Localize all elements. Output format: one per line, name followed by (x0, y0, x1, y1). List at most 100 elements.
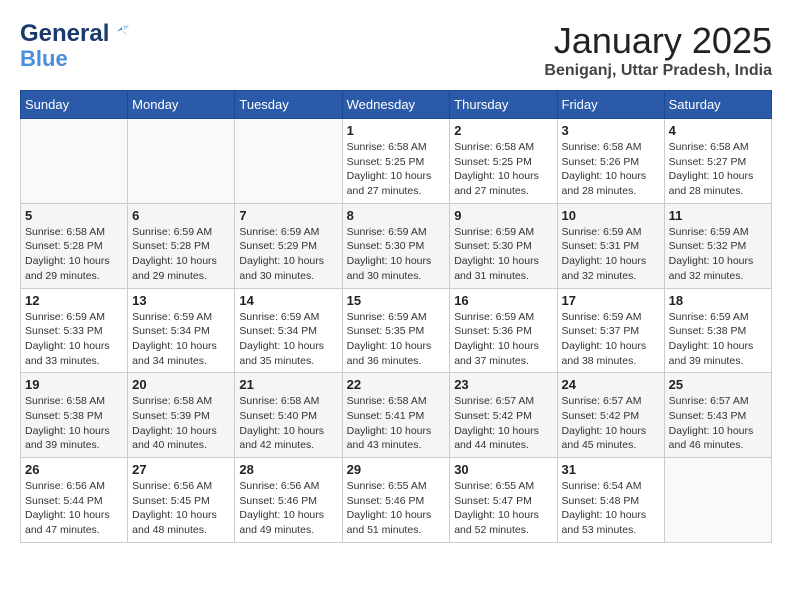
calendar-cell: 12Sunrise: 6:59 AM Sunset: 5:33 PM Dayli… (21, 288, 128, 373)
day-info: Sunrise: 6:59 AM Sunset: 5:31 PM Dayligh… (562, 225, 660, 284)
day-number: 5 (25, 208, 123, 223)
calendar-cell: 31Sunrise: 6:54 AM Sunset: 5:48 PM Dayli… (557, 458, 664, 543)
day-number: 24 (562, 377, 660, 392)
day-number: 23 (454, 377, 552, 392)
day-number: 3 (562, 123, 660, 138)
day-info: Sunrise: 6:59 AM Sunset: 5:37 PM Dayligh… (562, 310, 660, 369)
calendar-cell: 22 Sunrise: 6:58 AM Sunset: 5:41 PM Dayli… (342, 373, 450, 458)
day-info: Sunrise: 6:59 AM Sunset: 5:32 PM Dayligh… (669, 225, 767, 284)
day-info: Sunrise: 6:56 AM Sunset: 5:44 PM Dayligh… (25, 479, 123, 538)
calendar-cell: 5 Sunrise: 6:58 AM Sunset: 5:28 PM Daylig… (21, 203, 128, 288)
calendar-week-row: 12Sunrise: 6:59 AM Sunset: 5:33 PM Dayli… (21, 288, 772, 373)
day-number: 29 (347, 462, 446, 477)
day-number: 4 (669, 123, 767, 138)
calendar-cell: 1 Sunrise: 6:58 AM Sunset: 5:25 PM Daylig… (342, 119, 450, 204)
calendar-cell: 6Sunrise: 6:59 AM Sunset: 5:28 PM Daylig… (128, 203, 235, 288)
calendar-cell (21, 119, 128, 204)
day-info: Sunrise: 6:59 AM Sunset: 5:36 PM Dayligh… (454, 310, 552, 369)
day-number: 14 (239, 293, 337, 308)
day-number: 11 (669, 208, 767, 223)
calendar-cell: 30 Sunrise: 6:55 AM Sunset: 5:47 PM Dayli… (450, 458, 557, 543)
day-info: Sunrise: 6:59 AM Sunset: 5:30 PM Dayligh… (454, 225, 552, 284)
calendar-cell: 2 Sunrise: 6:58 AM Sunset: 5:25 PM Daylig… (450, 119, 557, 204)
calendar-cell: 21Sunrise: 6:58 AM Sunset: 5:40 PM Dayli… (235, 373, 342, 458)
calendar-week-row: 5 Sunrise: 6:58 AM Sunset: 5:28 PM Daylig… (21, 203, 772, 288)
calendar-cell: 26 Sunrise: 6:56 AM Sunset: 5:44 PM Dayli… (21, 458, 128, 543)
day-of-week-wednesday: Wednesday (342, 91, 450, 119)
calendar-cell: 3 Sunrise: 6:58 AM Sunset: 5:26 PM Daylig… (557, 119, 664, 204)
day-number: 25 (669, 377, 767, 392)
day-of-week-monday: Monday (128, 91, 235, 119)
day-info: Sunrise: 6:58 AM Sunset: 5:28 PM Dayligh… (25, 225, 123, 284)
day-info: Sunrise: 6:59 AM Sunset: 5:28 PM Dayligh… (132, 225, 230, 284)
day-info: Sunrise: 6:59 AM Sunset: 5:29 PM Dayligh… (239, 225, 337, 284)
page-header: General Blue January 2025 Beniganj, Utta… (20, 20, 772, 80)
calendar-cell: 24 Sunrise: 6:57 AM Sunset: 5:42 PM Dayli… (557, 373, 664, 458)
day-number: 8 (347, 208, 446, 223)
calendar-week-row: 26 Sunrise: 6:56 AM Sunset: 5:44 PM Dayli… (21, 458, 772, 543)
day-info: Sunrise: 6:55 AM Sunset: 5:46 PM Dayligh… (347, 479, 446, 538)
calendar-cell: 16Sunrise: 6:59 AM Sunset: 5:36 PM Dayli… (450, 288, 557, 373)
logo: General Blue (20, 20, 133, 70)
day-of-week-friday: Friday (557, 91, 664, 119)
day-of-week-sunday: Sunday (21, 91, 128, 119)
day-number: 12 (25, 293, 123, 308)
day-info: Sunrise: 6:57 AM Sunset: 5:42 PM Dayligh… (454, 394, 552, 453)
day-info: Sunrise: 6:58 AM Sunset: 5:41 PM Dayligh… (347, 394, 446, 453)
day-of-week-thursday: Thursday (450, 91, 557, 119)
day-number: 22 (347, 377, 446, 392)
day-info: Sunrise: 6:55 AM Sunset: 5:47 PM Dayligh… (454, 479, 552, 538)
day-info: Sunrise: 6:59 AM Sunset: 5:30 PM Dayligh… (347, 225, 446, 284)
calendar-header-row: SundayMondayTuesdayWednesdayThursdayFrid… (21, 91, 772, 119)
day-number: 26 (25, 462, 123, 477)
calendar-cell: 15Sunrise: 6:59 AM Sunset: 5:35 PM Dayli… (342, 288, 450, 373)
day-info: Sunrise: 6:57 AM Sunset: 5:42 PM Dayligh… (562, 394, 660, 453)
calendar-cell: 4 Sunrise: 6:58 AM Sunset: 5:27 PM Daylig… (664, 119, 771, 204)
day-number: 13 (132, 293, 230, 308)
day-of-week-saturday: Saturday (664, 91, 771, 119)
day-of-week-tuesday: Tuesday (235, 91, 342, 119)
day-info: Sunrise: 6:56 AM Sunset: 5:46 PM Dayligh… (239, 479, 337, 538)
month-title: January 2025 (544, 20, 772, 62)
calendar-cell: 8 Sunrise: 6:59 AM Sunset: 5:30 PM Daylig… (342, 203, 450, 288)
day-number: 1 (347, 123, 446, 138)
calendar-cell: 20 Sunrise: 6:58 AM Sunset: 5:39 PM Dayli… (128, 373, 235, 458)
calendar-cell: 23 Sunrise: 6:57 AM Sunset: 5:42 PM Dayli… (450, 373, 557, 458)
logo-bird-icon (111, 25, 133, 43)
day-info: Sunrise: 6:56 AM Sunset: 5:45 PM Dayligh… (132, 479, 230, 538)
day-info: Sunrise: 6:58 AM Sunset: 5:26 PM Dayligh… (562, 140, 660, 199)
calendar-cell (664, 458, 771, 543)
calendar-cell: 14 Sunrise: 6:59 AM Sunset: 5:34 PM Dayli… (235, 288, 342, 373)
day-number: 30 (454, 462, 552, 477)
day-number: 19 (25, 377, 123, 392)
day-info: Sunrise: 6:57 AM Sunset: 5:43 PM Dayligh… (669, 394, 767, 453)
day-info: Sunrise: 6:59 AM Sunset: 5:38 PM Dayligh… (669, 310, 767, 369)
day-number: 20 (132, 377, 230, 392)
calendar-cell (128, 119, 235, 204)
day-info: Sunrise: 6:58 AM Sunset: 5:25 PM Dayligh… (347, 140, 446, 199)
day-number: 10 (562, 208, 660, 223)
day-info: Sunrise: 6:58 AM Sunset: 5:39 PM Dayligh… (132, 394, 230, 453)
calendar-cell: 19Sunrise: 6:58 AM Sunset: 5:38 PM Dayli… (21, 373, 128, 458)
calendar-week-row: 1 Sunrise: 6:58 AM Sunset: 5:25 PM Daylig… (21, 119, 772, 204)
day-info: Sunrise: 6:59 AM Sunset: 5:35 PM Dayligh… (347, 310, 446, 369)
day-number: 7 (239, 208, 337, 223)
day-number: 28 (239, 462, 337, 477)
day-info: Sunrise: 6:58 AM Sunset: 5:25 PM Dayligh… (454, 140, 552, 199)
calendar-cell: 29 Sunrise: 6:55 AM Sunset: 5:46 PM Dayli… (342, 458, 450, 543)
calendar-cell: 18 Sunrise: 6:59 AM Sunset: 5:38 PM Dayli… (664, 288, 771, 373)
calendar-cell: 13Sunrise: 6:59 AM Sunset: 5:34 PM Dayli… (128, 288, 235, 373)
day-info: Sunrise: 6:59 AM Sunset: 5:34 PM Dayligh… (239, 310, 337, 369)
calendar-cell: 17 Sunrise: 6:59 AM Sunset: 5:37 PM Dayli… (557, 288, 664, 373)
day-number: 17 (562, 293, 660, 308)
calendar-cell: 25 Sunrise: 6:57 AM Sunset: 5:43 PM Dayli… (664, 373, 771, 458)
location-text: Beniganj, Uttar Pradesh, India (544, 62, 772, 80)
calendar-cell: 27Sunrise: 6:56 AM Sunset: 5:45 PM Dayli… (128, 458, 235, 543)
calendar-cell: 7 Sunrise: 6:59 AM Sunset: 5:29 PM Daylig… (235, 203, 342, 288)
day-number: 18 (669, 293, 767, 308)
calendar-cell: 10 Sunrise: 6:59 AM Sunset: 5:31 PM Dayli… (557, 203, 664, 288)
day-number: 2 (454, 123, 552, 138)
calendar-week-row: 19Sunrise: 6:58 AM Sunset: 5:38 PM Dayli… (21, 373, 772, 458)
logo-blue: Blue (20, 48, 68, 70)
day-info: Sunrise: 6:58 AM Sunset: 5:27 PM Dayligh… (669, 140, 767, 199)
